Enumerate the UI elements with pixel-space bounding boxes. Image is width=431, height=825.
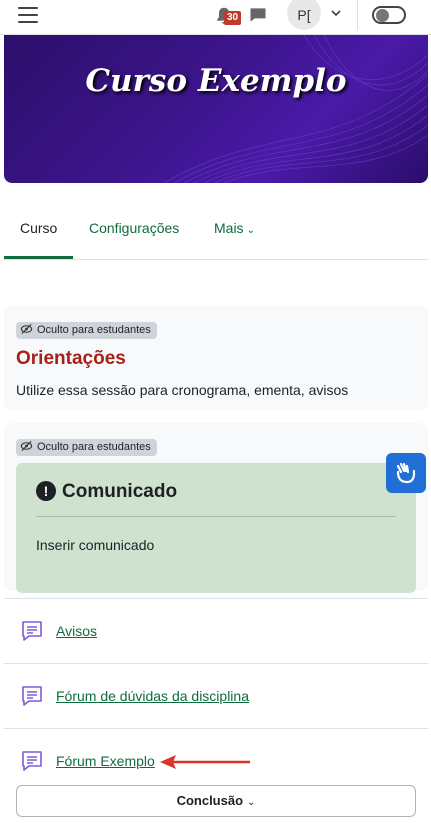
alert-text: Inserir comunicado (36, 537, 155, 553)
course-title: Curso Exemplo (85, 63, 347, 99)
completion-label: Conclusão (176, 793, 244, 808)
course-tabs: Curso Configurações Mais ⌄ (4, 205, 428, 260)
divider (357, 0, 358, 30)
divider (4, 728, 428, 729)
section-description: Utilize essa sessão para cronograma, eme… (16, 382, 349, 398)
activity-link-forum-duvidas[interactable]: Fórum de dúvidas da disciplina (56, 688, 249, 704)
section-title: Orientações (16, 348, 126, 369)
forum-icon (22, 686, 42, 706)
annotation-arrow (160, 755, 250, 769)
menu-icon[interactable] (18, 7, 38, 23)
course-banner: Curso Exemplo (4, 35, 428, 183)
hidden-from-students-badge: Oculto para estudantes (16, 439, 157, 456)
tab-curso[interactable]: Curso (4, 205, 73, 259)
edit-mode-toggle[interactable] (372, 6, 406, 24)
hidden-from-students-badge: Oculto para estudantes (16, 322, 157, 339)
forum-icon (22, 621, 42, 641)
user-avatar[interactable]: P[ (287, 0, 321, 30)
eye-slash-icon (20, 441, 33, 452)
sign-language-accessibility-button[interactable] (386, 453, 426, 493)
divider (4, 598, 428, 599)
tab-mais[interactable]: Mais ⌄ (214, 205, 255, 259)
forum-icon (22, 751, 42, 771)
chevron-down-icon: ⌄ (246, 225, 255, 236)
section-comunicado: Oculto para estudantes ! Comunicado Inser… (4, 423, 428, 593)
activity-link-avisos[interactable]: Avisos (56, 623, 97, 639)
tab-configuracoes[interactable]: Configurações (89, 205, 179, 259)
badge-label: Oculto para estudantes (37, 324, 151, 336)
alert-title: ! Comunicado (36, 481, 177, 503)
hands-icon (396, 462, 416, 484)
tab-mais-label: Mais (214, 220, 244, 236)
activity-link-forum-exemplo[interactable]: Fórum Exemplo (56, 753, 155, 769)
chat-icon[interactable] (248, 5, 268, 25)
completion-dropdown-button[interactable]: Conclusão ⌄ (16, 785, 416, 817)
chevron-down-icon: ⌄ (247, 797, 256, 808)
announcement-alert: ! Comunicado Inserir comunicado (16, 463, 416, 593)
exclamation-icon: ! (36, 481, 56, 501)
divider (36, 516, 396, 517)
eye-slash-icon (20, 324, 33, 335)
alert-title-text: Comunicado (62, 481, 178, 502)
banner-wave-pattern (163, 35, 428, 183)
top-navbar: 30 P[ (0, 0, 431, 35)
badge-label: Oculto para estudantes (37, 441, 151, 453)
divider (4, 663, 428, 664)
chevron-down-icon[interactable] (329, 6, 343, 20)
notification-count-badge: 30 (224, 11, 242, 25)
section-orientacoes: Oculto para estudantes Orientações Utili… (4, 306, 428, 410)
